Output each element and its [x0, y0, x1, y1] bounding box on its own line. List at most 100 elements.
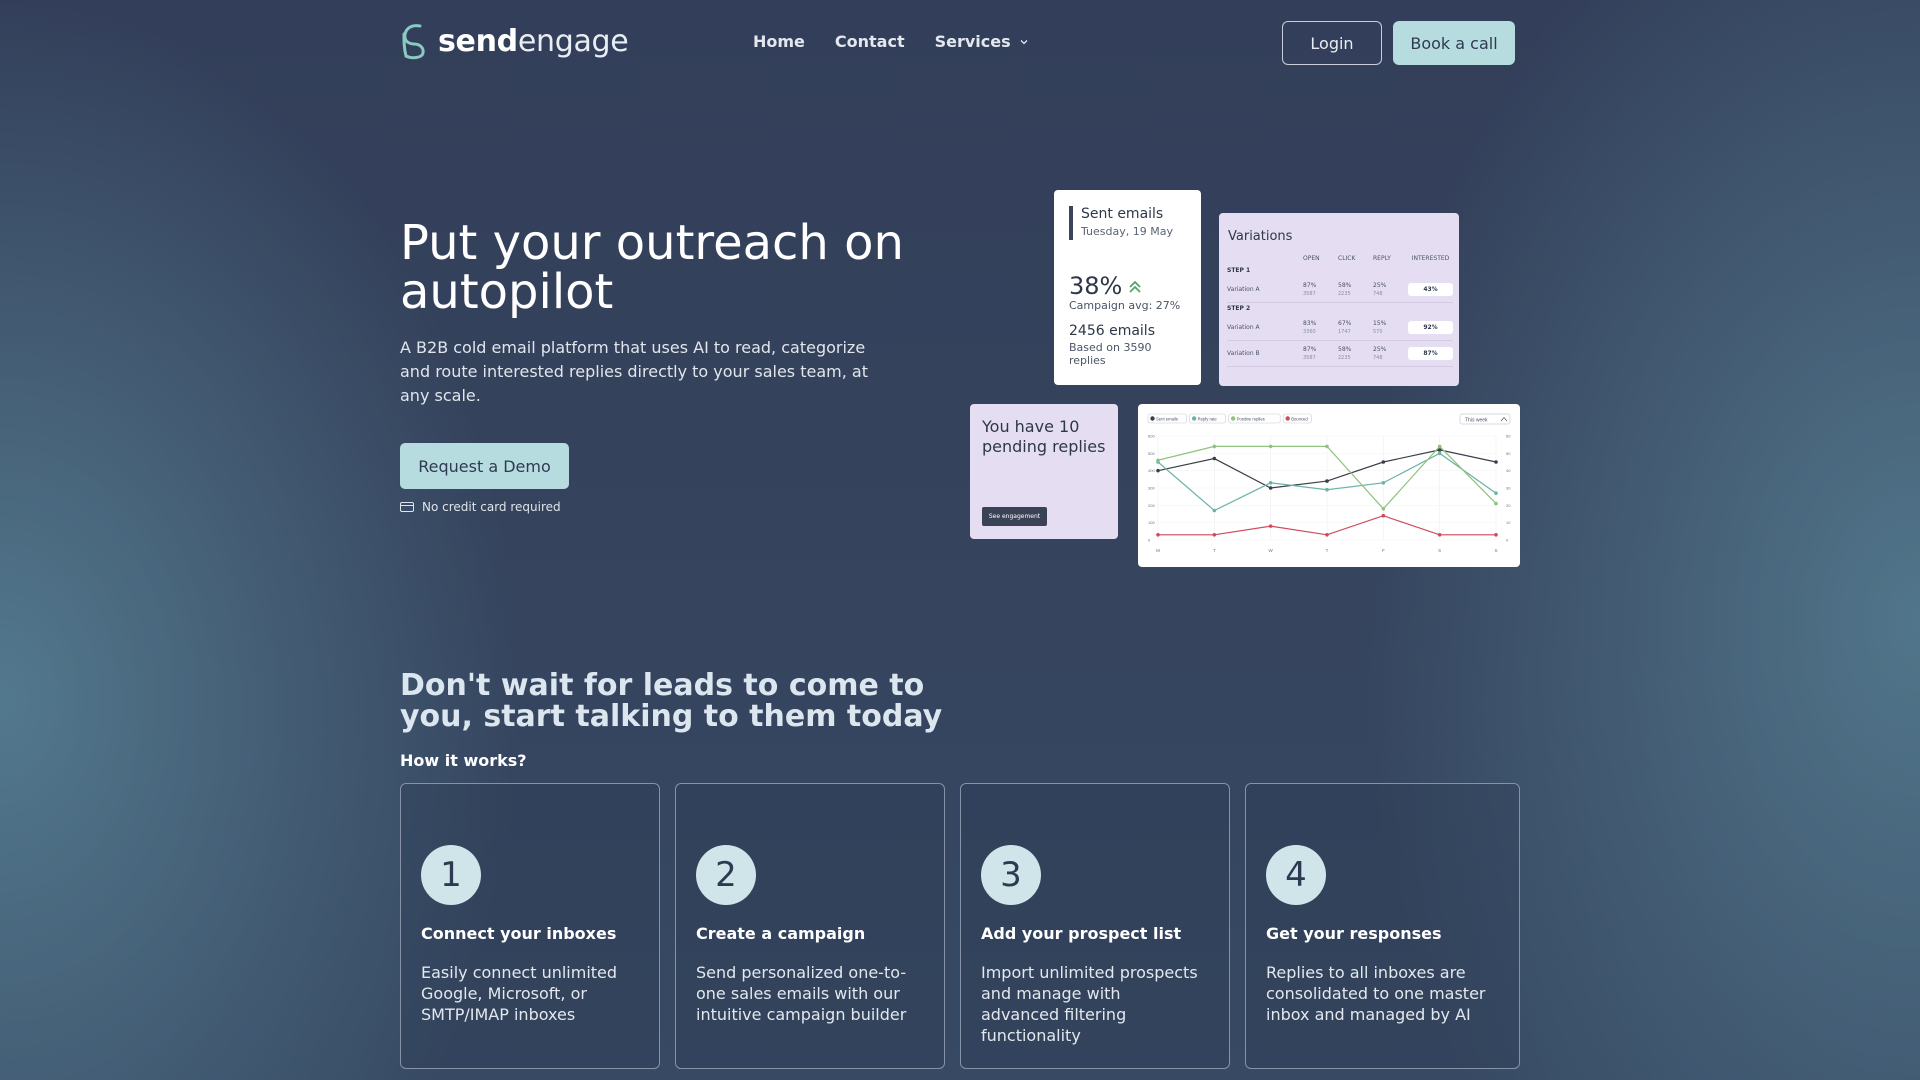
open-rate: 87%	[1303, 281, 1317, 289]
variation-name: Variation B	[1227, 350, 1260, 357]
step-number: 4	[1266, 845, 1326, 905]
table-row: Variation A 83% 3360 67% 1747 15% 570 92%	[1227, 315, 1453, 341]
range-select[interactable]: This week	[1459, 413, 1511, 425]
table-row: Variation A 87% 3587 58% 2235 25% 748 43%	[1227, 277, 1453, 303]
engagement-chart-card: Sent emails Reply rate Positive replies Bou…	[1138, 404, 1520, 567]
credit-card-icon	[400, 502, 414, 512]
nav-services-label: Services	[934, 32, 1011, 51]
reply-rate: 15%	[1373, 319, 1387, 327]
variations-header-row: OPEN CLICK REPLY INTERESTED	[1227, 255, 1453, 265]
data-point	[1212, 444, 1217, 449]
step-card-3: 3 Add your prospect list Import unlimite…	[960, 783, 1230, 1069]
data-point	[1437, 533, 1442, 537]
brand-name: sendengage	[438, 23, 629, 59]
sent-percent-value: 38%	[1069, 272, 1123, 300]
sent-count: 2456 emails	[1069, 323, 1155, 339]
login-button[interactable]: Login	[1282, 21, 1382, 65]
y2-tick-label: 0	[1506, 538, 1509, 543]
x-tick-label: T	[1213, 548, 1216, 553]
sent-accent-bar	[1069, 206, 1073, 240]
legend-label: Positive replies	[1237, 416, 1265, 421]
y2-tick-label: 40	[1506, 468, 1511, 473]
data-point	[1212, 456, 1217, 461]
step-number: 3	[981, 845, 1041, 905]
data-point	[1381, 507, 1386, 511]
no-credit-card-text: No credit card required	[422, 500, 561, 514]
data-point	[1156, 458, 1160, 463]
data-point	[1268, 524, 1273, 528]
click-count: 2235	[1338, 290, 1351, 297]
nav-contact-link[interactable]: Contact	[835, 32, 905, 51]
data-point	[1437, 444, 1442, 449]
click-rate: 58%	[1338, 345, 1352, 353]
y2-tick-label: 30	[1506, 486, 1511, 491]
data-point	[1212, 508, 1217, 513]
brand-logo[interactable]: sendengage	[400, 22, 629, 60]
step-title: Get your responses	[1266, 924, 1442, 943]
click-count: 2235	[1338, 354, 1351, 361]
step-description: Easily connect unlimited Google, Microso…	[421, 963, 618, 1024]
y2-tick-label: 10	[1506, 520, 1511, 525]
open-count: 3587	[1303, 354, 1316, 361]
legend-swatch	[1150, 416, 1155, 421]
pending-replies-text: You have 10 pending replies	[982, 417, 1106, 456]
data-point	[1156, 533, 1160, 537]
campaign-average: Campaign avg: 27%	[1069, 299, 1181, 312]
data-point	[1494, 533, 1498, 537]
data-point	[1325, 487, 1329, 492]
data-point	[1325, 479, 1329, 483]
y-tick-label: 500	[1148, 451, 1155, 456]
sent-based-on: Based on 3590 replies	[1069, 341, 1152, 367]
x-tick-label: T	[1326, 548, 1329, 553]
sent-title: Sent emails	[1081, 206, 1164, 222]
data-point	[1212, 533, 1217, 537]
header-reply: REPLY	[1373, 255, 1391, 262]
variations-table: OPEN CLICK REPLY INTERESTED STEP 1 Varia…	[1227, 255, 1453, 367]
step-title: Create a campaign	[696, 924, 866, 943]
request-demo-button[interactable]: Request a Demo	[400, 443, 569, 489]
legend-label: Bounced	[1291, 416, 1308, 421]
engagement-chart: Sent emails Reply rate Positive replies Bou…	[1147, 413, 1511, 553]
variations-title: Variations	[1228, 229, 1293, 244]
header-open: OPEN	[1303, 255, 1320, 262]
x-tick-label: S	[1438, 548, 1441, 553]
step-label: STEP 2	[1227, 305, 1251, 312]
nav-services-dropdown[interactable]: Services	[935, 32, 1029, 51]
logo-mark-icon	[402, 24, 425, 60]
see-engagement-button[interactable]: See engagement	[982, 507, 1047, 526]
sent-percent: 38%	[1069, 272, 1143, 300]
click-rate: 67%	[1338, 319, 1352, 327]
section-title: Don't wait for leads to come to you, sta…	[400, 668, 943, 734]
reply-count: 570	[1373, 328, 1383, 335]
x-tick-label: W	[1269, 548, 1274, 553]
y-tick-label: 100	[1148, 520, 1155, 525]
step-number: 1	[421, 845, 481, 905]
y2-tick-label: 20	[1506, 503, 1511, 508]
step-card-2: 2 Create a campaign Send personalized on…	[675, 783, 945, 1069]
data-point	[1381, 481, 1386, 485]
data-point	[1156, 468, 1160, 473]
legend-swatch	[1285, 416, 1290, 421]
hero-subtitle: A B2B cold email platform that uses AI t…	[400, 338, 868, 405]
nav-home-link[interactable]: Home	[753, 32, 805, 51]
open-count: 3360	[1303, 328, 1316, 335]
x-tick-label: M	[1156, 548, 1160, 553]
sent-emails-card: Sent emails Tuesday, 19 May 38% Campaign…	[1054, 190, 1201, 385]
step-description: Import unlimited prospects and manage wi…	[981, 963, 1198, 1045]
open-count: 3587	[1303, 290, 1316, 297]
click-rate: 58%	[1338, 281, 1352, 289]
data-point	[1437, 451, 1442, 456]
data-point	[1325, 533, 1329, 537]
data-point	[1494, 501, 1498, 506]
y-tick-label: 400	[1148, 468, 1155, 473]
reply-count: 748	[1373, 354, 1383, 361]
step-description: Replies to all inboxes are consolidated …	[1266, 963, 1486, 1024]
legend-swatch	[1191, 416, 1197, 421]
book-call-button[interactable]: Book a call	[1393, 21, 1515, 65]
header-interested: INTERESTED	[1411, 255, 1450, 262]
chart-legend: Sent emails Reply rate Positive replies Bou…	[1147, 413, 1312, 424]
step-card-1: 1 Connect your inboxes Easily connect un…	[400, 783, 660, 1069]
sent-date: Tuesday, 19 May	[1081, 225, 1173, 238]
step-description: Send personalized one-to-one sales email…	[696, 963, 907, 1024]
trend-up-icon	[1129, 280, 1141, 293]
